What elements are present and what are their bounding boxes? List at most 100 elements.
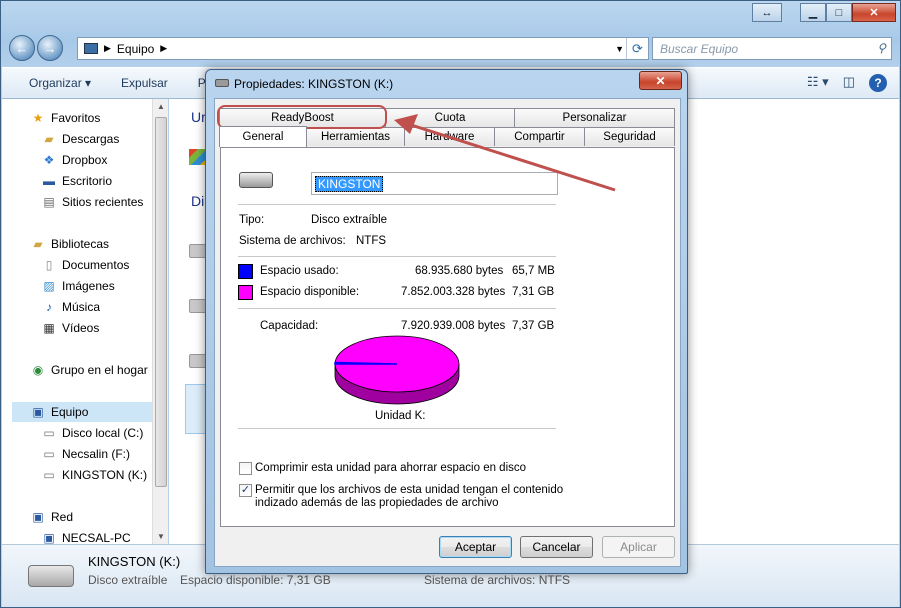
dropbox-icon: ❖ (43, 153, 55, 167)
breadcrumb-equipo[interactable]: Equipo (117, 42, 154, 56)
used-space-swatch (238, 264, 253, 279)
properties-dialog: Propiedades: KINGSTON (K:) ✕ ReadyBoost … (205, 69, 688, 574)
filesystem-value: NTFS (356, 235, 387, 247)
dialog-close-button[interactable]: ✕ (639, 71, 682, 90)
nav-documents[interactable]: ▯ Documentos (41, 255, 130, 275)
nav-kingston[interactable]: ▭ KINGSTON (K:) (41, 465, 147, 485)
tab-sharing[interactable]: Compartir (494, 127, 585, 146)
eject-button[interactable]: Expulsar (121, 76, 168, 90)
removable-drive-icon: ▭ (43, 468, 55, 482)
navigation-pane: ★ Favoritos ▰ Descargas ❖ Dropbox ▬ Escritor… (2, 99, 152, 544)
nav-videos[interactable]: ▦ Vídeos (41, 318, 99, 338)
drive-icon (215, 79, 229, 87)
removable-drive-icon: ▭ (43, 447, 55, 461)
compress-checkbox[interactable] (239, 462, 252, 475)
filesystem-label: Sistema de archivos: (239, 235, 346, 247)
used-space-size: 65,7 MB (512, 265, 555, 277)
nav-downloads[interactable]: ▰ Descargas (41, 129, 119, 149)
index-label-line-1[interactable]: Permitir que los archivos de esta unidad… (255, 484, 563, 496)
index-label-line-2[interactable]: indizado además de las propiedades de ar… (255, 497, 499, 509)
nav-computer[interactable]: ▣ Equipo (12, 402, 152, 422)
dialog-title: Propiedades: KINGSTON (K:) (234, 77, 394, 91)
minimize-button[interactable]: ▁ (800, 3, 826, 22)
computer-icon: ▣ (43, 531, 55, 544)
nav-favorites[interactable]: ★ Favoritos (30, 108, 101, 128)
disk-usage-pie-chart (334, 335, 460, 405)
forward-button[interactable]: → (37, 35, 63, 61)
images-icon: ▨ (43, 279, 55, 293)
help-icon[interactable]: ? (869, 74, 887, 92)
tab-general[interactable]: General (219, 126, 307, 147)
scroll-down-icon[interactable]: ▼ (157, 532, 165, 541)
address-dropdown-icon[interactable]: ▼ (615, 44, 624, 54)
tab-customize[interactable]: Personalizar (514, 108, 675, 127)
videos-icon: ▦ (43, 321, 55, 335)
music-icon: ♪ (46, 300, 52, 314)
preview-pane-icon[interactable]: ◫ (843, 74, 855, 92)
network-icon: ▣ (32, 510, 44, 524)
search-icon[interactable]: ⚲ (877, 41, 886, 55)
nav-local-disk[interactable]: ▭ Disco local (C:) (41, 423, 143, 443)
local-disk-icon: ▭ (43, 426, 55, 440)
tab-quota[interactable]: Cuota (385, 108, 515, 127)
free-space-bytes: 7.852.003.328 bytes (401, 286, 506, 298)
libraries-icon: ▰ (33, 237, 43, 251)
computer-icon (84, 43, 98, 54)
capacity-bytes: 7.920.939.008 bytes (401, 320, 506, 332)
index-checkbox[interactable]: ✓ (239, 484, 252, 497)
computer-icon: ▣ (32, 405, 44, 419)
tab-security[interactable]: Seguridad (584, 127, 675, 146)
free-space-swatch (238, 285, 253, 300)
nav-pc[interactable]: ▣ NECSAL-PC (41, 528, 130, 544)
drive-icon (239, 172, 273, 188)
details-name: KINGSTON (K:) (88, 554, 181, 569)
volume-name-input[interactable]: KINGSTON (311, 172, 558, 195)
tab-tools[interactable]: Herramientas (306, 127, 405, 146)
apply-button[interactable]: Aplicar (602, 536, 675, 558)
nav-music[interactable]: ♪ Música (41, 297, 100, 317)
capacity-size: 7,37 GB (512, 320, 555, 332)
used-space-bytes: 68.935.680 bytes (415, 265, 504, 277)
nav-recent[interactable]: ▤ Sitios recientes (41, 192, 143, 212)
close-button[interactable]: ✕ (852, 3, 896, 22)
back-button[interactable]: ← (9, 35, 35, 61)
free-space-size: 7,31 GB (512, 286, 555, 298)
nav-necsalin[interactable]: ▭ Necsalin (F:) (41, 444, 130, 464)
nav-dropbox[interactable]: ❖ Dropbox (41, 150, 108, 170)
usb-drive-icon (28, 565, 74, 587)
documents-icon: ▯ (45, 258, 53, 272)
compress-label[interactable]: Comprimir esta unidad para ahorrar espac… (255, 462, 526, 474)
ok-button[interactable]: Aceptar (439, 536, 512, 558)
homegroup-icon: ◉ (32, 363, 44, 377)
organize-button[interactable]: Organizar ▾ (29, 76, 91, 90)
tab-hardware[interactable]: Hardware (404, 127, 495, 146)
address-bar[interactable]: ▶ Equipo ▶ ▼ ⟳ (77, 37, 649, 60)
nav-desktop[interactable]: ▬ Escritorio (41, 171, 112, 191)
search-input[interactable]: Buscar Equipo ⚲ (652, 37, 892, 60)
scroll-up-icon[interactable]: ▲ (157, 102, 165, 111)
nav-homegroup[interactable]: ◉ Grupo en el hogar (30, 360, 148, 380)
navigation-bar: ← → ▶ Equipo ▶ ▼ ⟳ Buscar Equipo ⚲ (9, 34, 892, 62)
search-placeholder: Buscar Equipo (660, 41, 739, 56)
group-header-partial-2: Di (191, 193, 205, 209)
cancel-button[interactable]: Cancelar (520, 536, 593, 558)
separator (238, 204, 556, 205)
details-filesystem: Sistema de archivos: NTFS (424, 573, 571, 587)
desktop-icon: ▬ (43, 174, 55, 188)
breadcrumb-chevron-icon[interactable]: ▶ (160, 43, 167, 54)
view-controls: ☷ ▾ ◫ ? (807, 74, 887, 92)
nav-network[interactable]: ▣ Red (30, 507, 73, 527)
breadcrumb-separator-icon: ▶ (104, 43, 111, 53)
nav-images[interactable]: ▨ Imágenes (41, 276, 114, 296)
refresh-icon[interactable]: ⟳ (626, 38, 648, 59)
used-space-label: Espacio usado: (260, 265, 339, 277)
maximize-button[interactable]: □ (826, 3, 852, 22)
separator (238, 428, 556, 429)
scrollbar-thumb[interactable] (155, 117, 167, 487)
nav-scrollbar[interactable]: ▲ ▼ (152, 99, 168, 544)
change-view-icon[interactable]: ☷ ▾ (807, 74, 829, 92)
nav-libraries[interactable]: ▰ Bibliotecas (30, 234, 109, 254)
free-space-label: Espacio disponible: (260, 286, 360, 298)
resize-icon[interactable]: ↔ (752, 3, 782, 22)
capacity-label: Capacidad: (260, 320, 319, 332)
